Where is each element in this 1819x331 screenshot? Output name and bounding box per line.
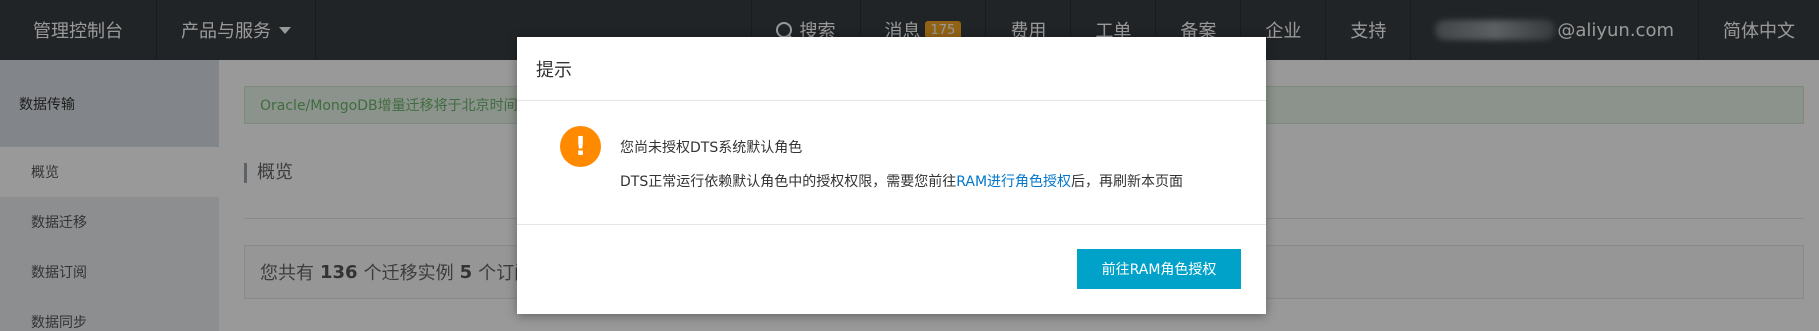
ram-authorize-link[interactable]: RAM进行角色授权 xyxy=(956,174,1071,190)
warning-icon: ! xyxy=(560,126,601,167)
detail-text-after: 后，再刷新本页面 xyxy=(1071,174,1184,190)
dialog-title: 提示 xyxy=(517,37,1266,101)
dialog-footer: 前往RAM角色授权 xyxy=(517,225,1266,313)
dialog-body: ! 您尚未授权DTS系统默认角色 DTS正常运行依赖默认角色中的授权权限，需要您… xyxy=(517,101,1266,225)
detail-text-before: DTS正常运行依赖默认角色中的授权权限，需要您前往 xyxy=(620,174,957,190)
go-to-ram-authorize-button[interactable]: 前往RAM角色授权 xyxy=(1077,249,1241,289)
dialog-message-title: 您尚未授权DTS系统默认角色 xyxy=(620,140,803,156)
dialog-message-detail: DTS正常运行依赖默认角色中的授权权限，需要您前往RAM进行角色授权后，再刷新本… xyxy=(620,171,1183,191)
authorization-dialog: 提示 ! 您尚未授权DTS系统默认角色 DTS正常运行依赖默认角色中的授权权限，… xyxy=(517,37,1266,314)
